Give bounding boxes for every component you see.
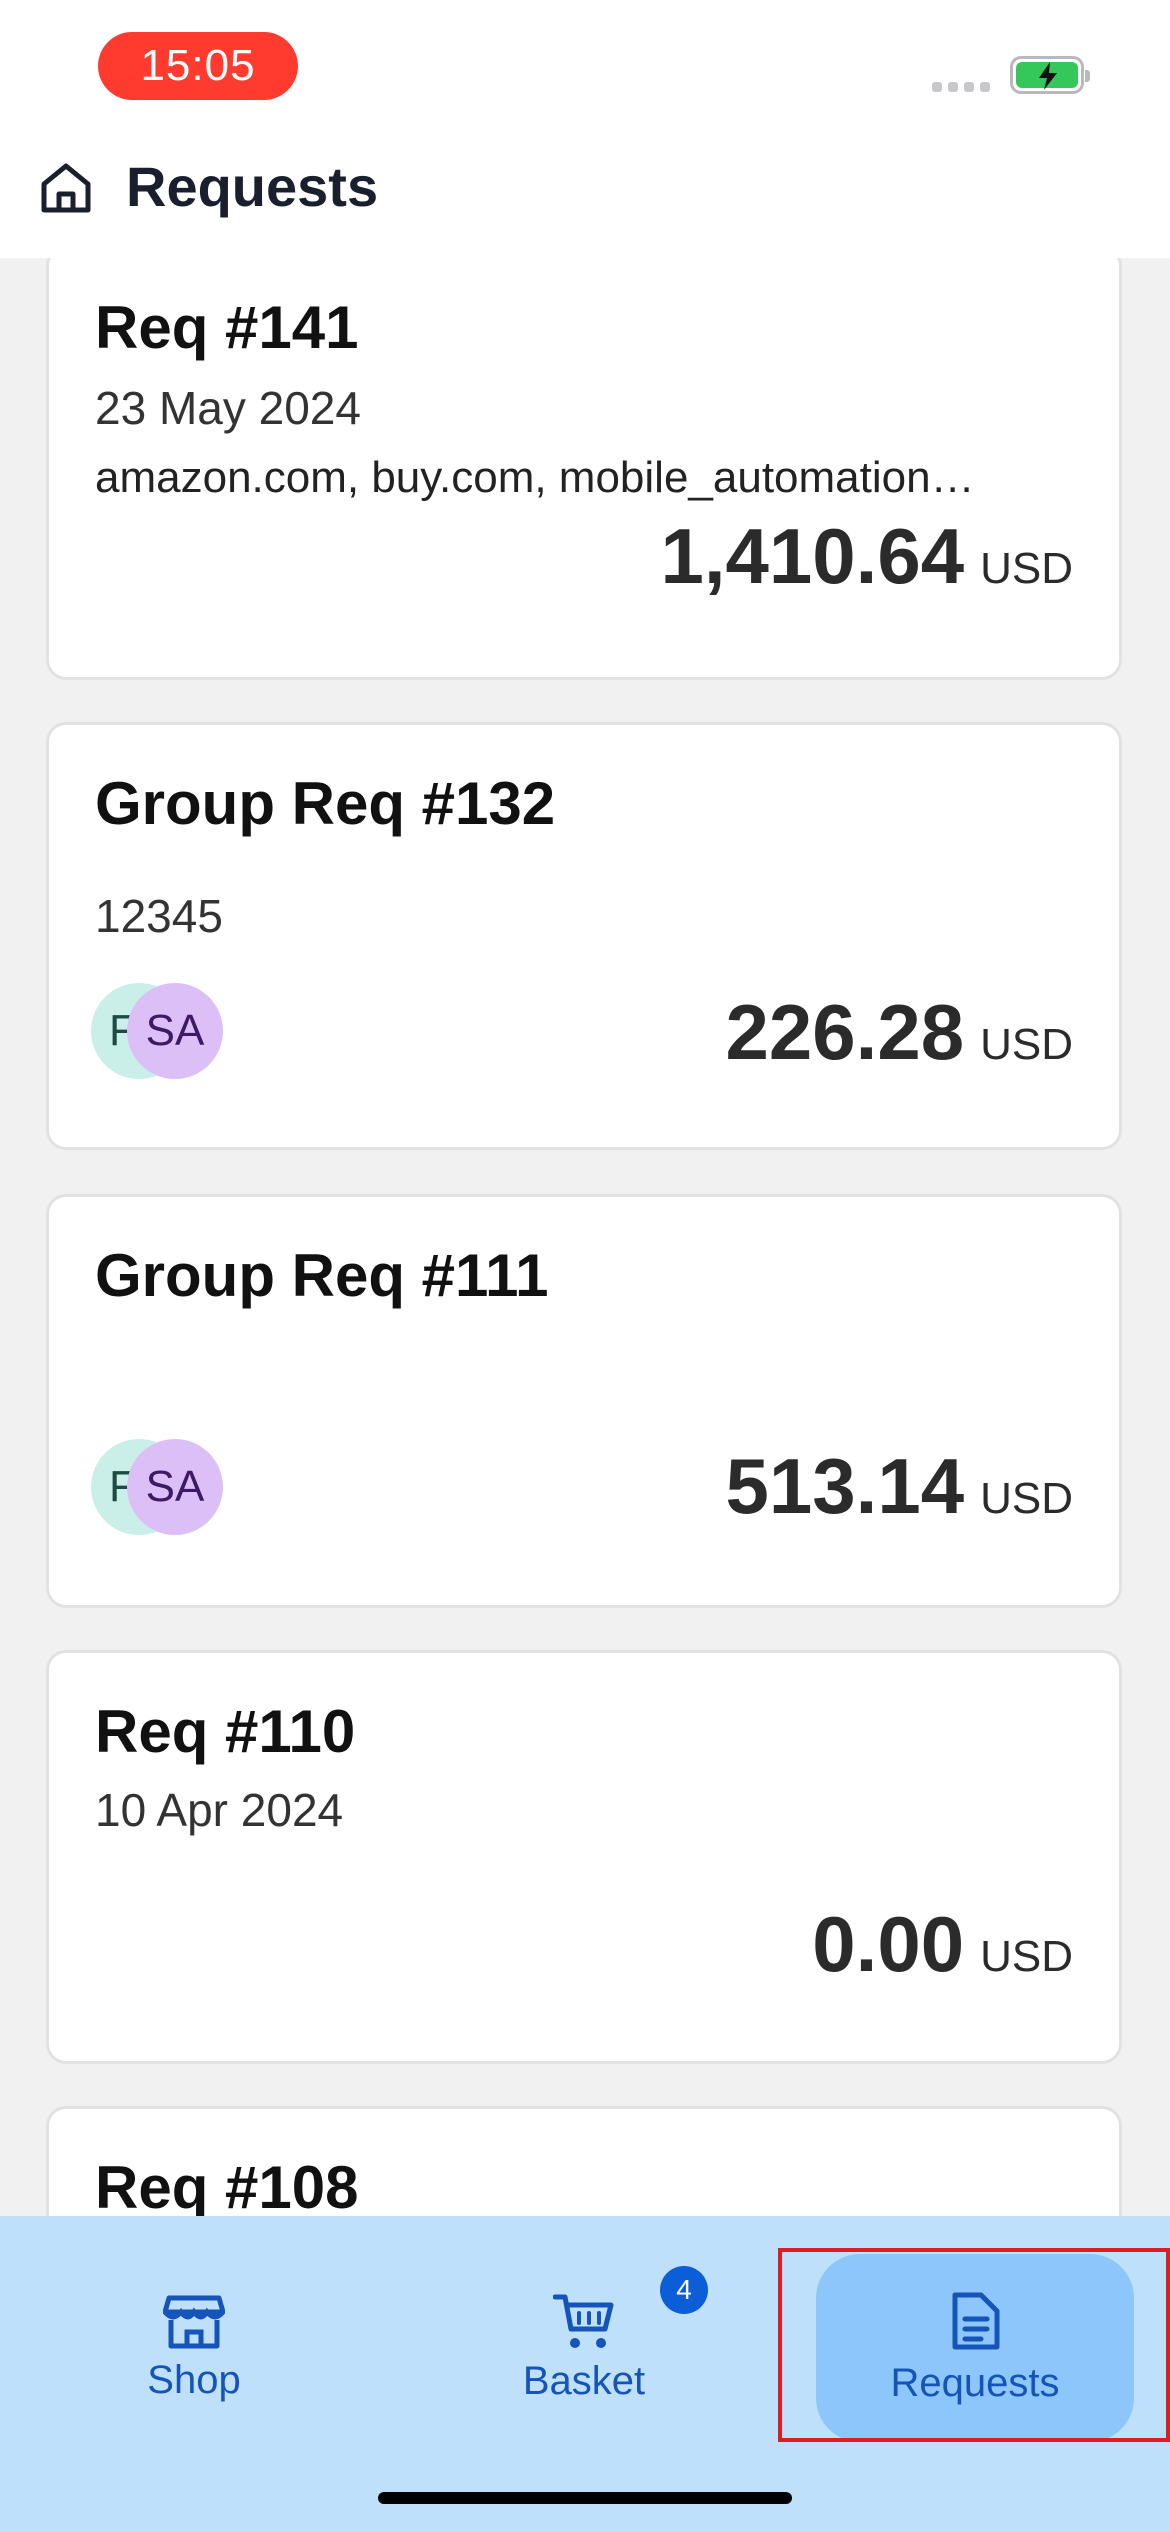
request-card[interactable]: Req #110 10 Apr 2024 0.00 USD xyxy=(46,1650,1122,2064)
requests-list[interactable]: Req #141 23 May 2024 amazon.com, buy.com… xyxy=(0,258,1170,2216)
request-card[interactable]: Group Req #132 12345 F SA 226.28 USD xyxy=(46,722,1122,1150)
tab-basket[interactable]: Basket xyxy=(484,2254,684,2442)
request-title: Req #141 xyxy=(95,294,359,361)
request-date: 23 May 2024 xyxy=(95,382,361,434)
selection-highlight xyxy=(778,2248,1170,2442)
home-icon[interactable] xyxy=(36,158,96,218)
request-card[interactable]: Req #141 23 May 2024 amazon.com, buy.com… xyxy=(46,258,1122,680)
tab-shop-label: Shop xyxy=(147,2357,241,2402)
amount-currency: USD xyxy=(980,544,1073,593)
request-title: Group Req #132 xyxy=(95,770,556,837)
participant-avatars: F SA xyxy=(91,1439,231,1539)
request-title: Req #108 xyxy=(95,2154,359,2216)
store-icon xyxy=(163,2295,225,2348)
battery-icon xyxy=(1010,56,1090,94)
amount-currency: USD xyxy=(980,1474,1073,1523)
status-time: 15:05 xyxy=(98,32,298,100)
request-amount: 1,410.64 USD xyxy=(660,511,1073,602)
request-code: 12345 xyxy=(95,890,223,942)
home-indicator[interactable] xyxy=(378,2492,792,2504)
amount-value: 513.14 xyxy=(725,1442,965,1530)
request-amount: 226.28 USD xyxy=(726,987,1073,1078)
avatar: SA xyxy=(127,1439,223,1535)
page-title: Requests xyxy=(126,155,379,218)
amount-currency: USD xyxy=(980,1932,1073,1981)
request-amount: 0.00 USD xyxy=(812,1899,1073,1990)
amount-value: 0.00 xyxy=(812,1900,965,1988)
request-card[interactable]: Req #108 xyxy=(46,2106,1122,2216)
amount-value: 1,410.64 xyxy=(660,512,965,600)
amount-value: 226.28 xyxy=(725,988,965,1076)
tab-shop[interactable]: Shop xyxy=(94,2254,294,2442)
request-title: Req #110 xyxy=(95,1698,356,1765)
tab-basket-label: Basket xyxy=(522,2358,646,2403)
amount-currency: USD xyxy=(980,1020,1073,1069)
shopping-cart-icon xyxy=(553,2294,614,2348)
basket-count-badge: 4 xyxy=(660,2266,708,2314)
request-title: Group Req #111 xyxy=(95,1242,549,1309)
app-header: Requests xyxy=(0,150,1170,258)
participant-avatars: F SA xyxy=(91,983,231,1083)
request-card[interactable]: Group Req #111 F SA 513.14 USD xyxy=(46,1194,1122,1608)
request-amount: 513.14 USD xyxy=(726,1441,1073,1532)
request-vendors: amazon.com, buy.com, mobile_automation… xyxy=(95,453,975,502)
request-date: 10 Apr 2024 xyxy=(95,1784,344,1836)
status-bar: 15:05 xyxy=(0,0,1170,150)
avatar: SA xyxy=(127,983,223,1079)
cellular-signal-icon xyxy=(932,82,990,92)
